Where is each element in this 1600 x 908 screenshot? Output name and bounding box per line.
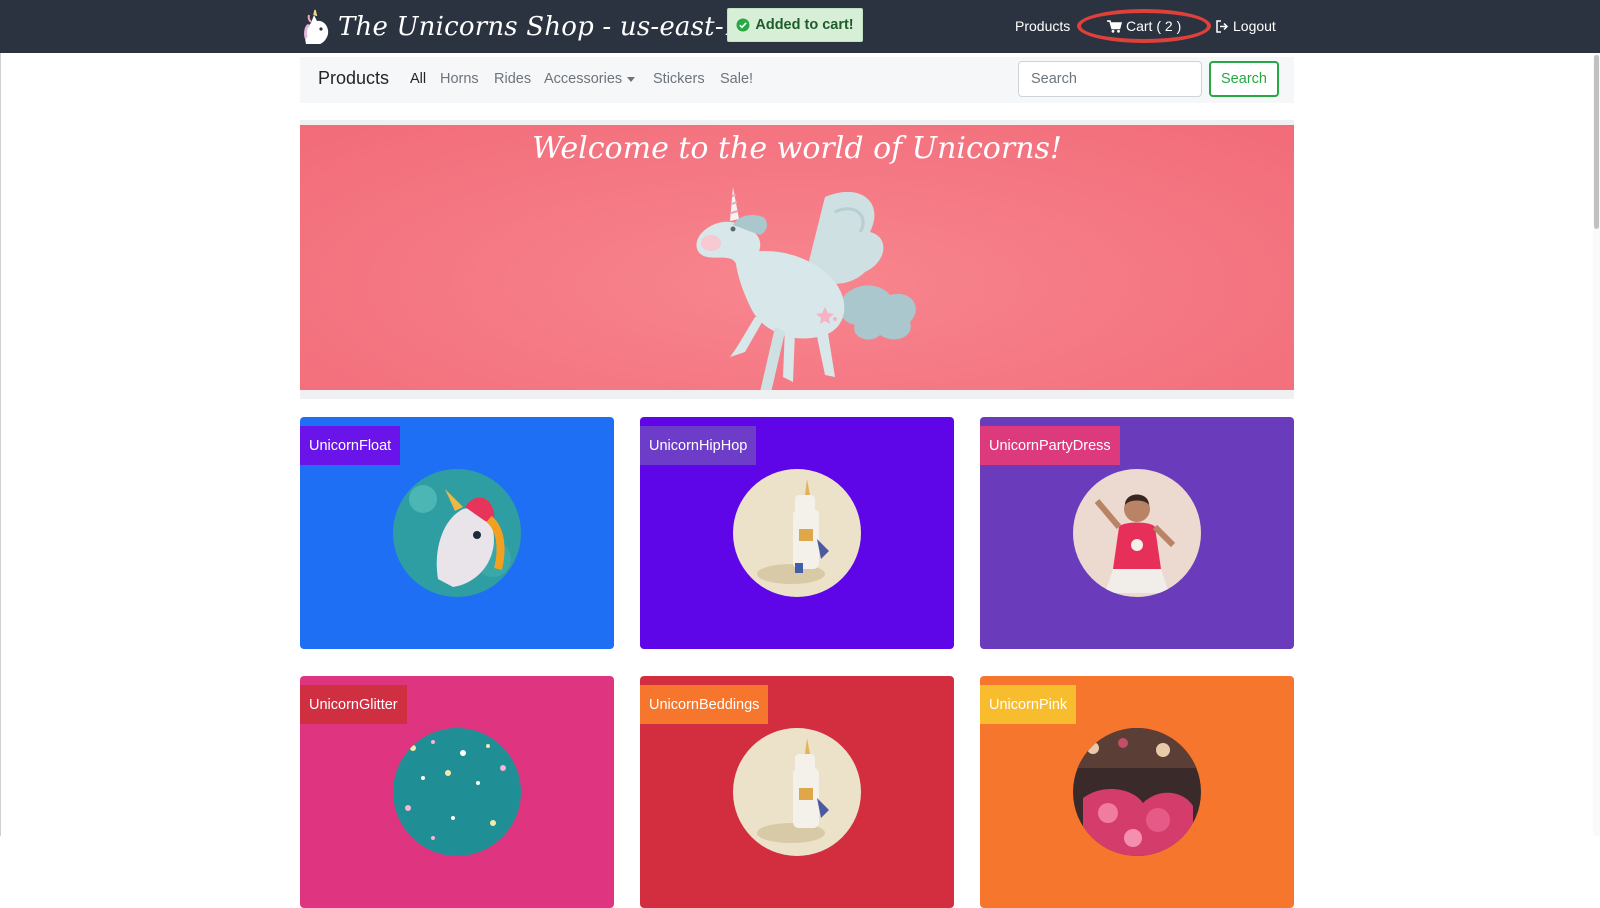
logout-label: Logout [1233,18,1276,34]
product-name: UnicornPartyDress [980,426,1120,465]
product-name: UnicornPink [980,685,1077,724]
page: The Unicorns Shop - us-east-1 Added to c… [0,0,1600,908]
product-image-unicornbeddings [733,728,861,856]
cart-link[interactable]: Cart ( 2 ) [1107,18,1181,34]
window-edge [0,53,1,836]
logout-icon [1216,19,1229,33]
product-name: UnicornBeddings [640,685,769,724]
brand-title: The Unicorns Shop - us-east-1 [338,12,741,42]
product-card-unicornhiphop[interactable]: UnicornHipHop [640,417,954,649]
top-navbar: The Unicorns Shop - us-east-1 Added to c… [0,0,1600,53]
caret-down-icon [627,76,636,82]
product-name: UnicornHipHop [640,426,757,465]
category-accessories-dropdown[interactable]: Accessories [544,71,636,87]
product-image-unicornpink [1073,728,1201,856]
flying-unicorn-illustration [696,187,916,390]
product-card-unicornfloat[interactable]: UnicornFloat [300,417,614,649]
unicorn-figurine-photo [733,728,861,856]
added-to-cart-toast: Added to cart! [727,8,863,42]
product-image-unicornglitter [393,728,521,856]
category-horns[interactable]: Horns [440,71,479,87]
scrollbar-thumb[interactable] [1594,55,1599,229]
subnav-title[interactable]: Products [318,68,389,89]
category-sale[interactable]: Sale! [720,71,753,87]
logout-link[interactable]: Logout [1215,18,1276,34]
product-name: UnicornFloat [300,426,401,465]
search-input[interactable] [1018,61,1202,97]
unicorn-logo-icon [304,9,329,44]
product-image-unicornfloat [393,469,521,597]
shopping-cart-icon [1107,19,1122,33]
cart-label: Cart ( 2 ) [1126,18,1182,34]
brand[interactable]: The Unicorns Shop - us-east-1 [300,8,741,46]
hero-banner: Welcome to the world of Unicorns! [300,120,1294,399]
products-subnav: Products All Horns Rides Accessories Sti… [300,57,1294,103]
hero-title: Welcome to the world of Unicorns! [532,131,1062,166]
product-image-unicornhiphop [733,469,861,597]
pink-decorations-photo [1073,728,1201,856]
category-accessories-label: Accessories [544,71,623,87]
glitter-photo [393,728,521,856]
category-all[interactable]: All [410,71,426,87]
product-card-unicornglitter[interactable]: UnicornGlitter [300,676,614,908]
category-rides[interactable]: Rides [494,71,531,87]
toast-text: Added to cart! [755,17,854,33]
product-image-unicornpartydress [1073,469,1201,597]
hero-image: Welcome to the world of Unicorns! [300,125,1294,390]
product-name: UnicornGlitter [300,685,407,724]
search-button[interactable]: Search [1209,61,1279,97]
nav-products-link[interactable]: Products [1015,18,1070,34]
party-dress-photo [1073,469,1201,597]
unicorn-float-photo [393,469,521,597]
check-circle-icon [736,18,750,32]
product-card-unicornpink[interactable]: UnicornPink [980,676,1294,908]
product-card-unicornpartydress[interactable]: UnicornPartyDress [980,417,1294,649]
category-stickers[interactable]: Stickers [653,71,705,87]
unicorn-figurine-photo [733,469,861,597]
product-card-unicornbeddings[interactable]: UnicornBeddings [640,676,954,908]
